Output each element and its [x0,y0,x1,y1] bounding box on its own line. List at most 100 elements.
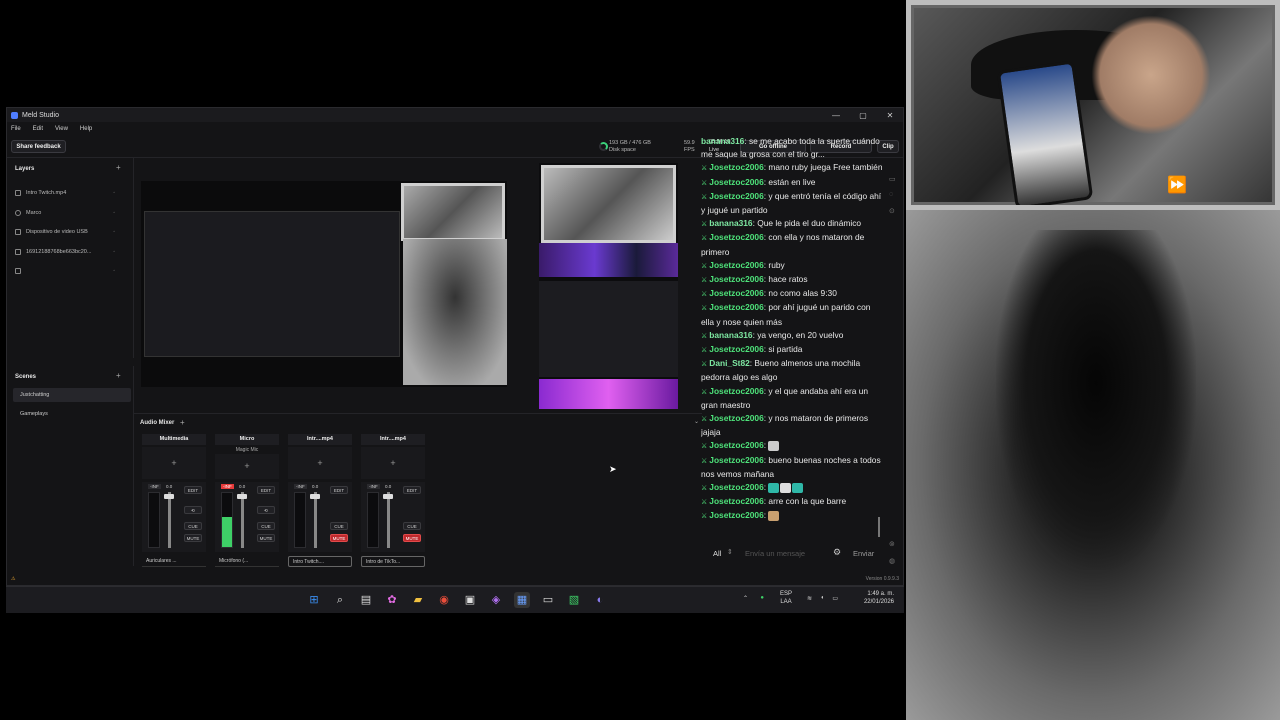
chat-message-input[interactable]: Envía un mensaje [745,549,805,558]
rail-settings-icon[interactable]: ⊚ [889,540,895,548]
chat-username[interactable]: Josetzoc2006 [709,413,763,423]
minimize-button[interactable]: — [823,108,849,122]
chat-username[interactable]: Josetzoc2006 [709,232,763,242]
edit-button[interactable]: EDIT [184,486,202,494]
task-view-icon[interactable]: ▤ [358,592,374,608]
scene-preview[interactable] [141,181,507,387]
chat-username[interactable]: Josetzoc2006 [709,162,763,172]
add-filter-button[interactable]: + [288,447,352,479]
chat-username[interactable]: Dani_St82 [709,358,750,368]
menu-help[interactable]: Help [80,126,92,132]
mute-button[interactable]: MUTE [184,534,202,542]
layer-item[interactable]: Intro Twitch.mp4 ◦ [15,186,127,200]
scene-item-justchatting[interactable]: Justchatting [13,388,131,402]
chat-username[interactable]: Josetzoc2006 [709,302,763,312]
add-filter-button[interactable]: + [361,447,425,479]
search-icon[interactable]: ⌕ [332,592,348,608]
terminal-icon[interactable]: ▭ [540,592,556,608]
lock-icon[interactable]: ◦ [113,249,115,255]
chat-username[interactable]: Josetzoc2006 [709,440,763,450]
add-filter-button[interactable]: + [215,454,279,479]
edit-button[interactable]: EDIT [403,486,421,494]
chat-filter-select[interactable]: All [713,549,721,558]
add-scene-button[interactable]: + [116,371,121,380]
menu-view[interactable]: View [55,126,68,132]
language-indicator[interactable]: ESP LAA [780,590,792,606]
mute-button[interactable]: MUTE [257,534,275,542]
chat-username[interactable]: Josetzoc2006 [709,288,763,298]
volume-fader-knob[interactable] [383,494,393,499]
mute-button[interactable]: MUTE [330,534,348,542]
send-button[interactable]: Enviar [853,549,874,558]
chat-username[interactable]: Josetzoc2006 [709,510,763,520]
store-icon[interactable]: ▣ [462,592,478,608]
copilot-icon[interactable]: ✿ [384,592,400,608]
chat-username[interactable]: Josetzoc2006 [709,274,763,284]
tray-chevron-icon[interactable]: ⌃ [743,595,748,602]
chat-username[interactable]: Josetzoc2006 [709,177,763,187]
add-filter-button[interactable]: + [142,447,206,479]
scene-item-gameplays[interactable]: Gameplays [13,407,131,421]
volume-fader-knob[interactable] [237,494,247,499]
cue-button[interactable]: CUE [184,522,202,530]
lock-icon[interactable]: ◦ [113,210,115,216]
lock-icon[interactable]: ◦ [113,190,115,196]
warning-icon[interactable]: ⚠ [11,576,15,582]
lock-icon[interactable]: ◦ [113,268,115,274]
menu-edit[interactable]: Edit [33,126,43,132]
add-layer-button[interactable]: + [116,163,121,172]
chat-username[interactable]: banana316 [709,330,752,340]
wifi-icon[interactable]: ≋ [807,595,812,602]
chat-username[interactable]: Josetzoc2006 [709,260,763,270]
layer-item[interactable]: Marco ◦ [15,206,127,220]
strip-name-dropdown[interactable]: Intr....mp4 [361,434,425,445]
chat-username[interactable]: banana316 [701,136,744,146]
lock-icon[interactable]: ◦ [113,229,115,235]
cue-button[interactable]: CUE [257,522,275,530]
chat-username[interactable]: Josetzoc2006 [709,344,763,354]
strip-name-dropdown[interactable]: Multimedia [142,434,206,445]
source-select[interactable]: Intro de TikTo... [361,556,425,567]
chat-username[interactable]: Josetzoc2006 [709,386,763,396]
collapse-mixer-icon[interactable]: ⌄ [694,418,699,425]
volume-fader-knob[interactable] [310,494,320,499]
mic-icon[interactable]: ● [760,595,764,601]
volume-icon[interactable]: ◖ [820,595,824,601]
rail-bubble-icon[interactable]: ◌ [889,191,893,198]
layer-item[interactable]: ◦ [15,264,127,278]
device-select[interactable]: Micrófono (... [215,556,279,567]
menu-file[interactable]: File [11,126,21,132]
device-select[interactable]: Auriculares ... [142,556,206,567]
rail-account-icon[interactable]: ◍ [889,557,895,565]
chat-scrollbar[interactable] [878,517,880,537]
chat-username[interactable]: Josetzoc2006 [709,455,763,465]
rail-link-icon[interactable]: ⊙ [889,207,895,215]
chat-settings-gear-icon[interactable]: ⚙ [833,547,841,558]
add-audio-button[interactable]: + [180,418,185,427]
clock[interactable]: 1:49 a. m. 22/01/2026 [864,590,894,606]
layer-item[interactable]: 16912188768be663bc20... ◦ [15,245,127,259]
app-green-icon[interactable]: ▧ [566,592,582,608]
layer-item[interactable]: Dispositivo de video USB ◦ [15,225,127,239]
cue-button[interactable]: CUE [330,522,348,530]
mute-button[interactable]: MUTE [403,534,421,542]
chrome-icon[interactable]: ◉ [436,592,452,608]
edit-button[interactable]: EDIT [330,486,348,494]
discord-icon[interactable]: ◐ [592,592,608,608]
windows-start-icon[interactable]: ⊞ [306,592,322,608]
source-select[interactable]: Intro Twitch.... [288,556,352,567]
strip-name-dropdown[interactable]: Micro [215,434,279,445]
chat-username[interactable]: Josetzoc2006 [709,191,763,201]
chat-username[interactable]: banana316 [709,218,752,228]
strip-name-dropdown[interactable]: Intr....mp4 [288,434,352,445]
twitch-app-icon[interactable]: ◈ [488,592,504,608]
file-explorer-icon[interactable]: ▰ [410,592,426,608]
edit-button[interactable]: EDIT [257,486,275,494]
battery-icon[interactable]: ▭ [832,595,838,602]
maximize-button[interactable]: ▢ [850,108,876,122]
chat-username[interactable]: Josetzoc2006 [709,482,763,492]
chat-username[interactable]: Josetzoc2006 [709,496,763,506]
link-button[interactable]: ⟲ [184,506,202,514]
link-button[interactable]: ⟲ [257,506,275,514]
share-feedback-button[interactable]: Share feedback [11,140,66,153]
